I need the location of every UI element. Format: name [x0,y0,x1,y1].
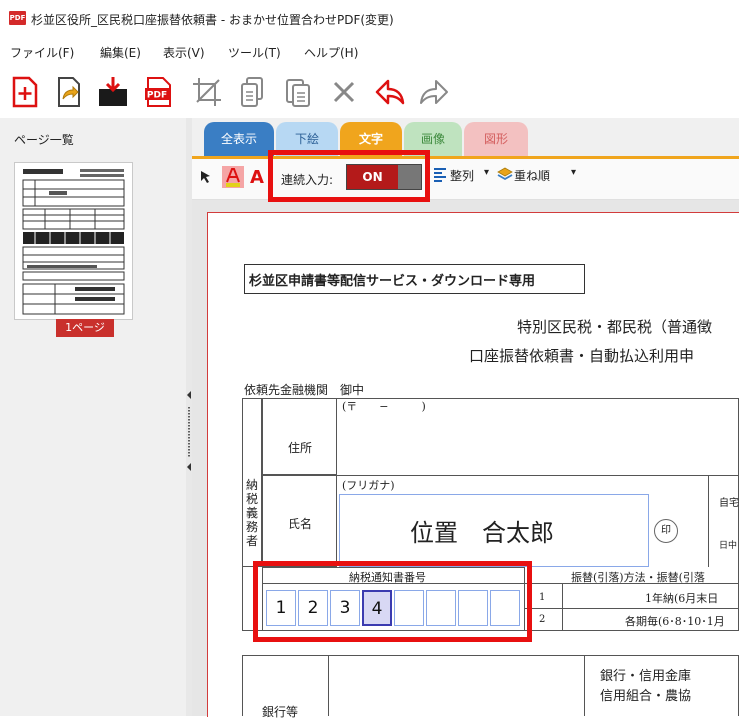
menu-file[interactable]: ファイル(F) [10,44,74,61]
order-dropdown-icon[interactable]: ▾ [571,167,576,178]
font-color-icon[interactable] [222,164,244,188]
seal-mark: 印 [654,519,678,543]
menu-edit[interactable]: 編集(E) [100,44,141,61]
name-label: 氏名 [288,517,313,531]
address-label-cell [262,398,337,475]
window-title: 杉並区役所_区民税口座振替依頼書 - おまかせ位置合わせPDF(変更) [31,13,394,27]
method-row1-num: 1 [539,592,546,603]
undo-icon[interactable] [374,76,406,108]
import-icon[interactable] [97,76,129,108]
name-value[interactable]: 位置 合太郎 [410,513,554,548]
title-bar: PDF 杉並区役所_区民税口座振替依頼書 - おまかせ位置合わせPDF(変更) [0,0,739,38]
daytime-phone-partial: 日中 [719,541,738,551]
align-icon[interactable] [433,167,447,183]
app-pdf-icon: PDF [9,11,26,25]
bank-types-line1: 銀行・信用金庫 [600,669,692,684]
bank-label-divider [328,655,329,716]
address-label: 住所 [288,441,313,455]
align-dropdown-icon[interactable]: ▾ [484,167,489,178]
page-list-title: ページ一覧 [14,133,74,147]
doc-header-text: 杉並区申請書等配信サービス・ダウンロード専用 [249,274,536,289]
method-row1-text: 1年納(6月末日 [645,592,719,605]
method-row2-num: 2 [539,614,546,625]
page-thumbnail[interactable] [14,162,133,320]
highlight-continuous-input [268,150,430,202]
doc-title-line2: 口座振替依頼書・自動払込利用申 [469,347,695,365]
align-button[interactable]: 整列 [450,167,474,184]
thumbnail-preview [22,169,125,315]
method-header-line [525,583,739,584]
taxpayer-label: 納税義務者 [246,478,259,548]
postal-code: (〒 − ) [342,400,426,413]
menu-view[interactable]: 表示(V) [163,44,205,61]
name-right-divider [708,475,709,567]
doc-title-line1: 特別区民税・都民税（普通徴 [517,318,713,336]
font-style-icon[interactable]: A [250,167,264,188]
layer-order-button[interactable]: 重ね順 [514,167,550,184]
tab-show-all[interactable]: 全表示 [204,122,274,156]
share-icon[interactable] [53,76,85,108]
delete-icon[interactable] [328,76,360,108]
bank-label-partial: 銀行等 [262,705,299,719]
furigana-label: (フリガナ) [342,479,395,492]
bank-type-divider [584,655,585,716]
bank-types-line2: 信用組合・農協 [600,689,692,704]
method-num-divider [562,584,563,631]
layer-order-icon[interactable] [497,166,513,182]
method-row2-text: 各期毎(6･8･10･1月 [625,615,725,628]
paste-icon[interactable] [282,76,314,108]
method-row-line [525,608,739,609]
doc-recipient: 依頼先金融機関 御中 [244,383,365,397]
menu-tools[interactable]: ツール(T) [228,44,281,61]
menu-help[interactable]: ヘルプ(H) [304,44,358,61]
select-arrow-icon[interactable] [200,170,212,184]
copy-icon[interactable] [236,76,268,108]
crop-icon[interactable] [191,76,223,108]
pdf-icon[interactable]: PDF [143,76,175,108]
home-phone-partial: 自宅 [719,498,739,509]
page-label[interactable]: 1ページ [56,319,114,337]
redo-icon[interactable] [418,76,450,108]
tab-shape[interactable]: 図形 [464,122,528,156]
svg-text:PDF: PDF [147,91,167,101]
add-file-icon[interactable] [9,76,41,108]
highlight-notice-number [253,561,532,642]
